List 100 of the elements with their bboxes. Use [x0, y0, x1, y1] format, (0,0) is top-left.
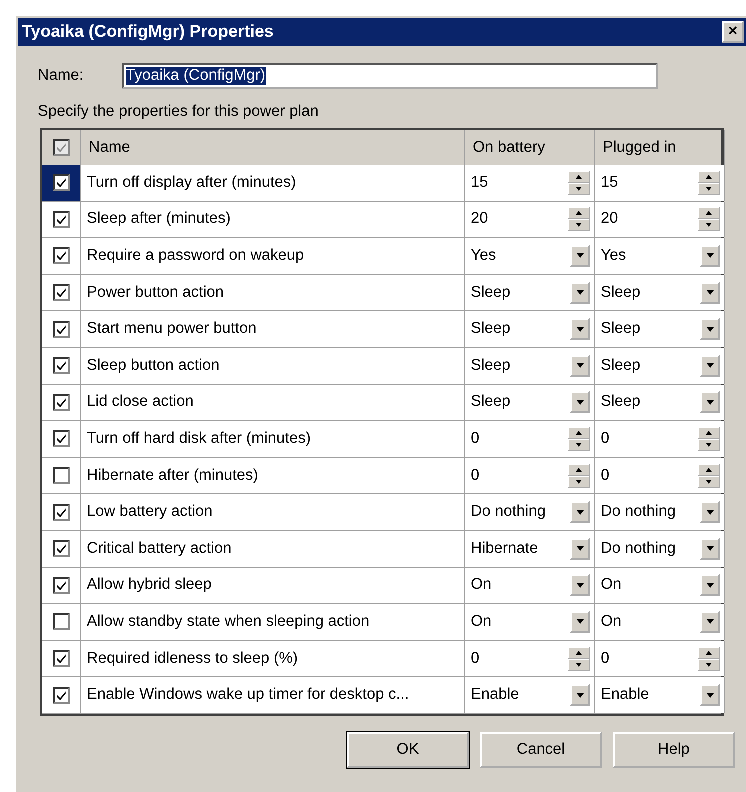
checkbox[interactable]	[52, 430, 70, 448]
spin-field[interactable]: 0	[465, 640, 595, 676]
dropdown-button[interactable]	[700, 391, 720, 414]
dropdown-field[interactable]: On	[595, 604, 725, 640]
spin-field[interactable]: 0	[595, 640, 725, 676]
table-cell: Critical battery action	[81, 530, 465, 567]
checkbox[interactable]	[52, 247, 70, 264]
table-cell: Turn off hard disk after (minutes)	[81, 421, 465, 457]
spin-field[interactable]: 15	[465, 165, 595, 201]
checkbox[interactable]	[52, 576, 70, 594]
spin-buttons[interactable]	[568, 646, 590, 671]
dialog-button[interactable]: OK	[347, 732, 469, 768]
checkbox[interactable]	[52, 504, 70, 521]
checkbox[interactable]	[52, 284, 70, 302]
dropdown-button[interactable]	[570, 574, 590, 596]
dropdown-button[interactable]	[570, 538, 590, 560]
dropdown-field[interactable]: Sleep	[465, 348, 595, 384]
dropdown-button[interactable]	[570, 354, 590, 377]
spin-buttons[interactable]	[698, 464, 720, 488]
dropdown-field[interactable]: On	[595, 568, 725, 604]
table-cell: Sleep after (minutes)	[81, 202, 465, 238]
dropdown-button[interactable]	[570, 318, 590, 340]
dropdown-button[interactable]	[570, 391, 590, 414]
dropdown-button[interactable]	[570, 282, 590, 304]
check-mark-icon	[56, 433, 66, 444]
dropdown-button[interactable]	[570, 501, 590, 524]
dropdown-field[interactable]: Do nothing	[595, 530, 725, 567]
table-cell: Require a password on wakeup	[81, 238, 465, 274]
dropdown-button[interactable]	[700, 574, 720, 596]
spin-field[interactable]: 0	[465, 421, 595, 457]
dropdown-button[interactable]	[570, 244, 590, 267]
dropdown-field[interactable]: Sleep	[595, 348, 725, 384]
table-cell: Allow standby state when sleeping action	[81, 604, 465, 640]
spin-field[interactable]: 20	[465, 202, 595, 238]
spin-buttons[interactable]	[698, 646, 720, 671]
dropdown-field[interactable]: Sleep	[465, 384, 595, 420]
dropdown-field[interactable]: Sleep	[595, 311, 725, 347]
checkbox[interactable]	[52, 686, 70, 704]
dropdown-field[interactable]: Yes	[595, 238, 725, 274]
checkbox[interactable]	[52, 357, 70, 374]
checkbox[interactable]	[52, 650, 70, 668]
dialog-button[interactable]: Help	[613, 732, 735, 768]
spin-buttons[interactable]	[568, 207, 590, 232]
spin-field[interactable]: 0	[595, 421, 725, 457]
checkbox[interactable]	[52, 210, 70, 228]
dropdown-field[interactable]: Do nothing	[595, 494, 725, 530]
down-arrow-icon	[576, 326, 584, 332]
dropdown-field[interactable]: Sleep	[595, 274, 725, 310]
dropdown-field[interactable]: Do nothing	[465, 494, 595, 530]
down-arrow-icon	[576, 480, 582, 484]
checkbox[interactable]	[52, 320, 70, 338]
dropdown-field[interactable]: Sleep	[465, 274, 595, 310]
dropdown-field[interactable]: Hibernate	[465, 530, 595, 567]
checkbox[interactable]	[52, 394, 70, 411]
dropdown-field[interactable]: Sleep	[595, 384, 725, 420]
checkbox[interactable]	[52, 174, 70, 192]
dropdown-button[interactable]	[700, 244, 720, 267]
spin-field[interactable]: 20	[595, 202, 725, 238]
checkbox[interactable]	[52, 467, 70, 484]
close-button[interactable]: ×	[722, 21, 744, 43]
dialog-button[interactable]: Cancel	[480, 732, 602, 768]
dropdown-button[interactable]	[700, 610, 720, 633]
check-mark-icon	[56, 142, 66, 153]
checkbox[interactable]	[52, 139, 70, 156]
down-arrow-icon	[706, 326, 714, 332]
spin-buttons[interactable]	[698, 207, 720, 232]
spin-buttons[interactable]	[698, 170, 720, 195]
checkbox[interactable]	[52, 613, 70, 630]
name-field[interactable]: Tyoaika (ConfigMgr)	[122, 63, 658, 89]
dropdown-button[interactable]	[700, 282, 720, 304]
dropdown-button[interactable]	[700, 684, 720, 706]
down-arrow-icon	[706, 662, 712, 667]
dropdown-field[interactable]: On	[465, 604, 595, 640]
dropdown-button[interactable]	[700, 354, 720, 377]
check-mark-icon	[56, 580, 66, 591]
dropdown-field[interactable]: On	[465, 568, 595, 604]
dropdown-field[interactable]: Enable	[465, 677, 595, 713]
dropdown-button[interactable]	[570, 610, 590, 633]
spin-buttons[interactable]	[698, 426, 720, 451]
spin-buttons[interactable]	[568, 426, 590, 451]
dropdown-field[interactable]: Sleep	[465, 311, 595, 347]
down-arrow-icon	[576, 662, 582, 667]
spin-buttons[interactable]	[568, 464, 590, 488]
dropdown-button[interactable]	[700, 538, 720, 560]
dropdown-field[interactable]: Enable	[595, 677, 725, 713]
dropdown-button[interactable]	[700, 501, 720, 524]
down-arrow-icon	[706, 480, 712, 484]
checkbox[interactable]	[52, 540, 70, 558]
spin-field[interactable]: 0	[465, 458, 595, 494]
spin-field[interactable]: 0	[595, 458, 725, 494]
spin-field[interactable]: 15	[595, 165, 725, 201]
spin-buttons[interactable]	[568, 170, 590, 195]
table-cell: Power button action	[81, 274, 465, 310]
dropdown-field[interactable]: Yes	[465, 238, 595, 274]
up-arrow-icon	[706, 650, 712, 655]
dropdown-button[interactable]	[570, 684, 590, 706]
up-arrow-icon	[706, 211, 712, 216]
up-arrow-icon	[576, 650, 582, 655]
down-arrow-icon	[576, 223, 582, 228]
dropdown-button[interactable]	[700, 318, 720, 340]
